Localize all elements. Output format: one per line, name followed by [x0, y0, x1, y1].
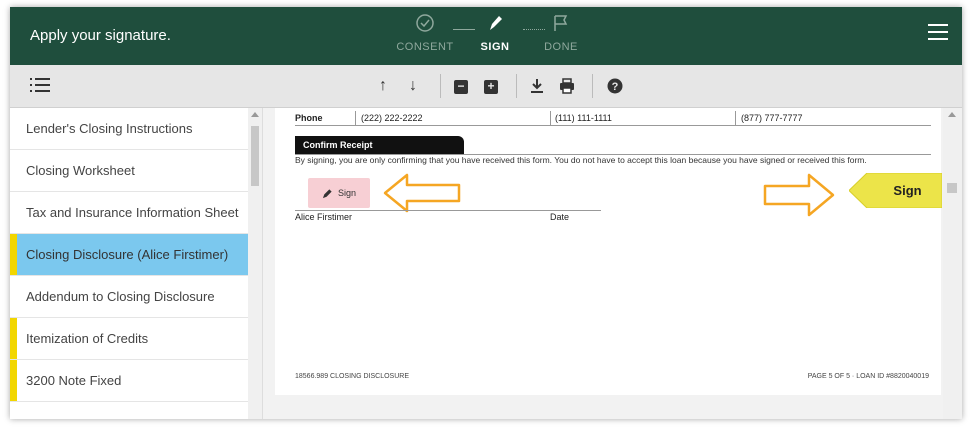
sign-tag-label: Sign	[893, 183, 922, 198]
phone-value: (222) 222-2222	[361, 113, 423, 123]
top-header: Apply your signature. CONSENT SIGN DONE	[10, 7, 962, 65]
consent-text: By signing, you are only confirming that…	[295, 155, 867, 165]
hamburger-menu-icon[interactable]	[928, 24, 948, 40]
scroll-up-arrow-icon[interactable]	[251, 112, 259, 117]
footer-page-info: PAGE 5 OF 5 · LOAN ID #8820040019	[807, 373, 929, 380]
sign-field-label: Sign	[337, 188, 356, 198]
next-sign-tag-button[interactable]: Sign	[849, 173, 942, 208]
progress-steps: CONSENT SIGN DONE	[395, 13, 595, 63]
sidebar-item-label: 3200 Note Fixed	[26, 373, 122, 388]
document-viewer: Phone (222) 222-2222 (111) 111-1111 (877…	[263, 108, 962, 419]
sidebar-item-closing-worksheet[interactable]: Closing Worksheet	[10, 150, 262, 192]
viewer-scrollbar[interactable]	[943, 108, 962, 419]
sidebar-item-closing-disclosure[interactable]: Closing Disclosure (Alice Firstimer)	[10, 234, 262, 276]
toolbar-divider	[440, 74, 441, 98]
help-group: ?	[604, 75, 634, 97]
finish-flag-icon	[531, 13, 591, 37]
pen-icon	[465, 13, 525, 37]
table-divider	[355, 111, 356, 125]
nav-buttons: ↑ ↓	[372, 75, 432, 97]
sidebar-item-label: Itemization of Credits	[26, 331, 149, 346]
date-label: Date	[550, 212, 570, 222]
check-circle-icon	[395, 13, 455, 37]
app-window: Apply your signature. CONSENT SIGN DONE …	[10, 7, 962, 419]
step-label-done: DONE	[544, 41, 578, 53]
help-icon[interactable]: ?	[604, 75, 626, 97]
zoom-buttons: − +	[450, 75, 510, 97]
table-divider	[735, 111, 736, 125]
sidebar-item-itemization-of-credits[interactable]: Itemization of Credits	[10, 318, 262, 360]
step-consent: CONSENT	[395, 13, 455, 53]
pointer-arrow-left-icon	[383, 173, 461, 213]
signer-name: Alice Firstimer	[295, 212, 353, 222]
print-icon[interactable]	[556, 75, 578, 97]
scroll-up-arrow-icon[interactable]	[948, 112, 956, 117]
file-buttons	[526, 75, 586, 97]
footer-document-id: 18566.989 CLOSING DISCLOSURE	[295, 373, 409, 380]
viewer-scroll-thumb[interactable]	[947, 183, 957, 193]
sidebar-item-label: Closing Disclosure (Alice Firstimer)	[26, 247, 229, 262]
page-title: Apply your signature.	[30, 27, 171, 44]
step-label-consent: CONSENT	[396, 41, 454, 53]
sidebar-item-label: Tax and Insurance Information Sheet	[26, 205, 239, 220]
table-divider	[550, 111, 551, 125]
pen-icon	[322, 189, 332, 199]
arrow-up-icon[interactable]: ↑	[372, 75, 394, 97]
phone-row: Phone (222) 222-2222 (111) 111-1111 (877…	[295, 111, 931, 126]
document-page: Phone (222) 222-2222 (111) 111-1111 (877…	[275, 108, 942, 395]
toolbar-divider	[592, 74, 593, 98]
document-sidebar: Lender's Closing Instructions Closing Wo…	[10, 108, 263, 419]
arrow-down-icon[interactable]: ↓	[402, 75, 424, 97]
sidebar-item-addendum[interactable]: Addendum to Closing Disclosure	[10, 276, 262, 318]
sidebar-item-tax-insurance-sheet[interactable]: Tax and Insurance Information Sheet	[10, 192, 262, 234]
sidebar-item-label: Lender's Closing Instructions	[26, 121, 193, 136]
sidebar-item-lenders-closing-instructions[interactable]: Lender's Closing Instructions	[10, 108, 262, 150]
pointer-arrow-right-icon	[763, 173, 835, 217]
sidebar-scrollbar[interactable]	[248, 108, 262, 419]
sidebar-scroll-thumb[interactable]	[251, 126, 259, 186]
sidebar-item-note-fixed[interactable]: 3200 Note Fixed	[10, 360, 262, 402]
zoom-out-icon[interactable]: −	[450, 75, 472, 97]
phone-value: (111) 111-1111	[555, 113, 612, 123]
confirm-receipt-heading: Confirm Receipt	[295, 136, 464, 155]
toolbar: ↑ ↓ − + ?	[10, 65, 962, 108]
sidebar-item-label: Addendum to Closing Disclosure	[26, 289, 215, 304]
sign-field-button[interactable]: Sign	[308, 178, 370, 208]
svg-text:?: ?	[612, 81, 619, 93]
zoom-in-icon[interactable]: +	[480, 75, 502, 97]
step-sign: SIGN	[465, 13, 525, 53]
download-icon[interactable]	[526, 75, 548, 97]
document-list-icon[interactable]	[30, 78, 50, 94]
step-done: DONE	[531, 13, 591, 53]
phone-value: (877) 777-7777	[741, 113, 803, 123]
toolbar-divider	[516, 74, 517, 98]
sidebar-item-label: Closing Worksheet	[26, 163, 135, 178]
step-label-sign: SIGN	[480, 41, 510, 53]
phone-label: Phone	[295, 113, 323, 123]
signature-line	[295, 210, 601, 211]
